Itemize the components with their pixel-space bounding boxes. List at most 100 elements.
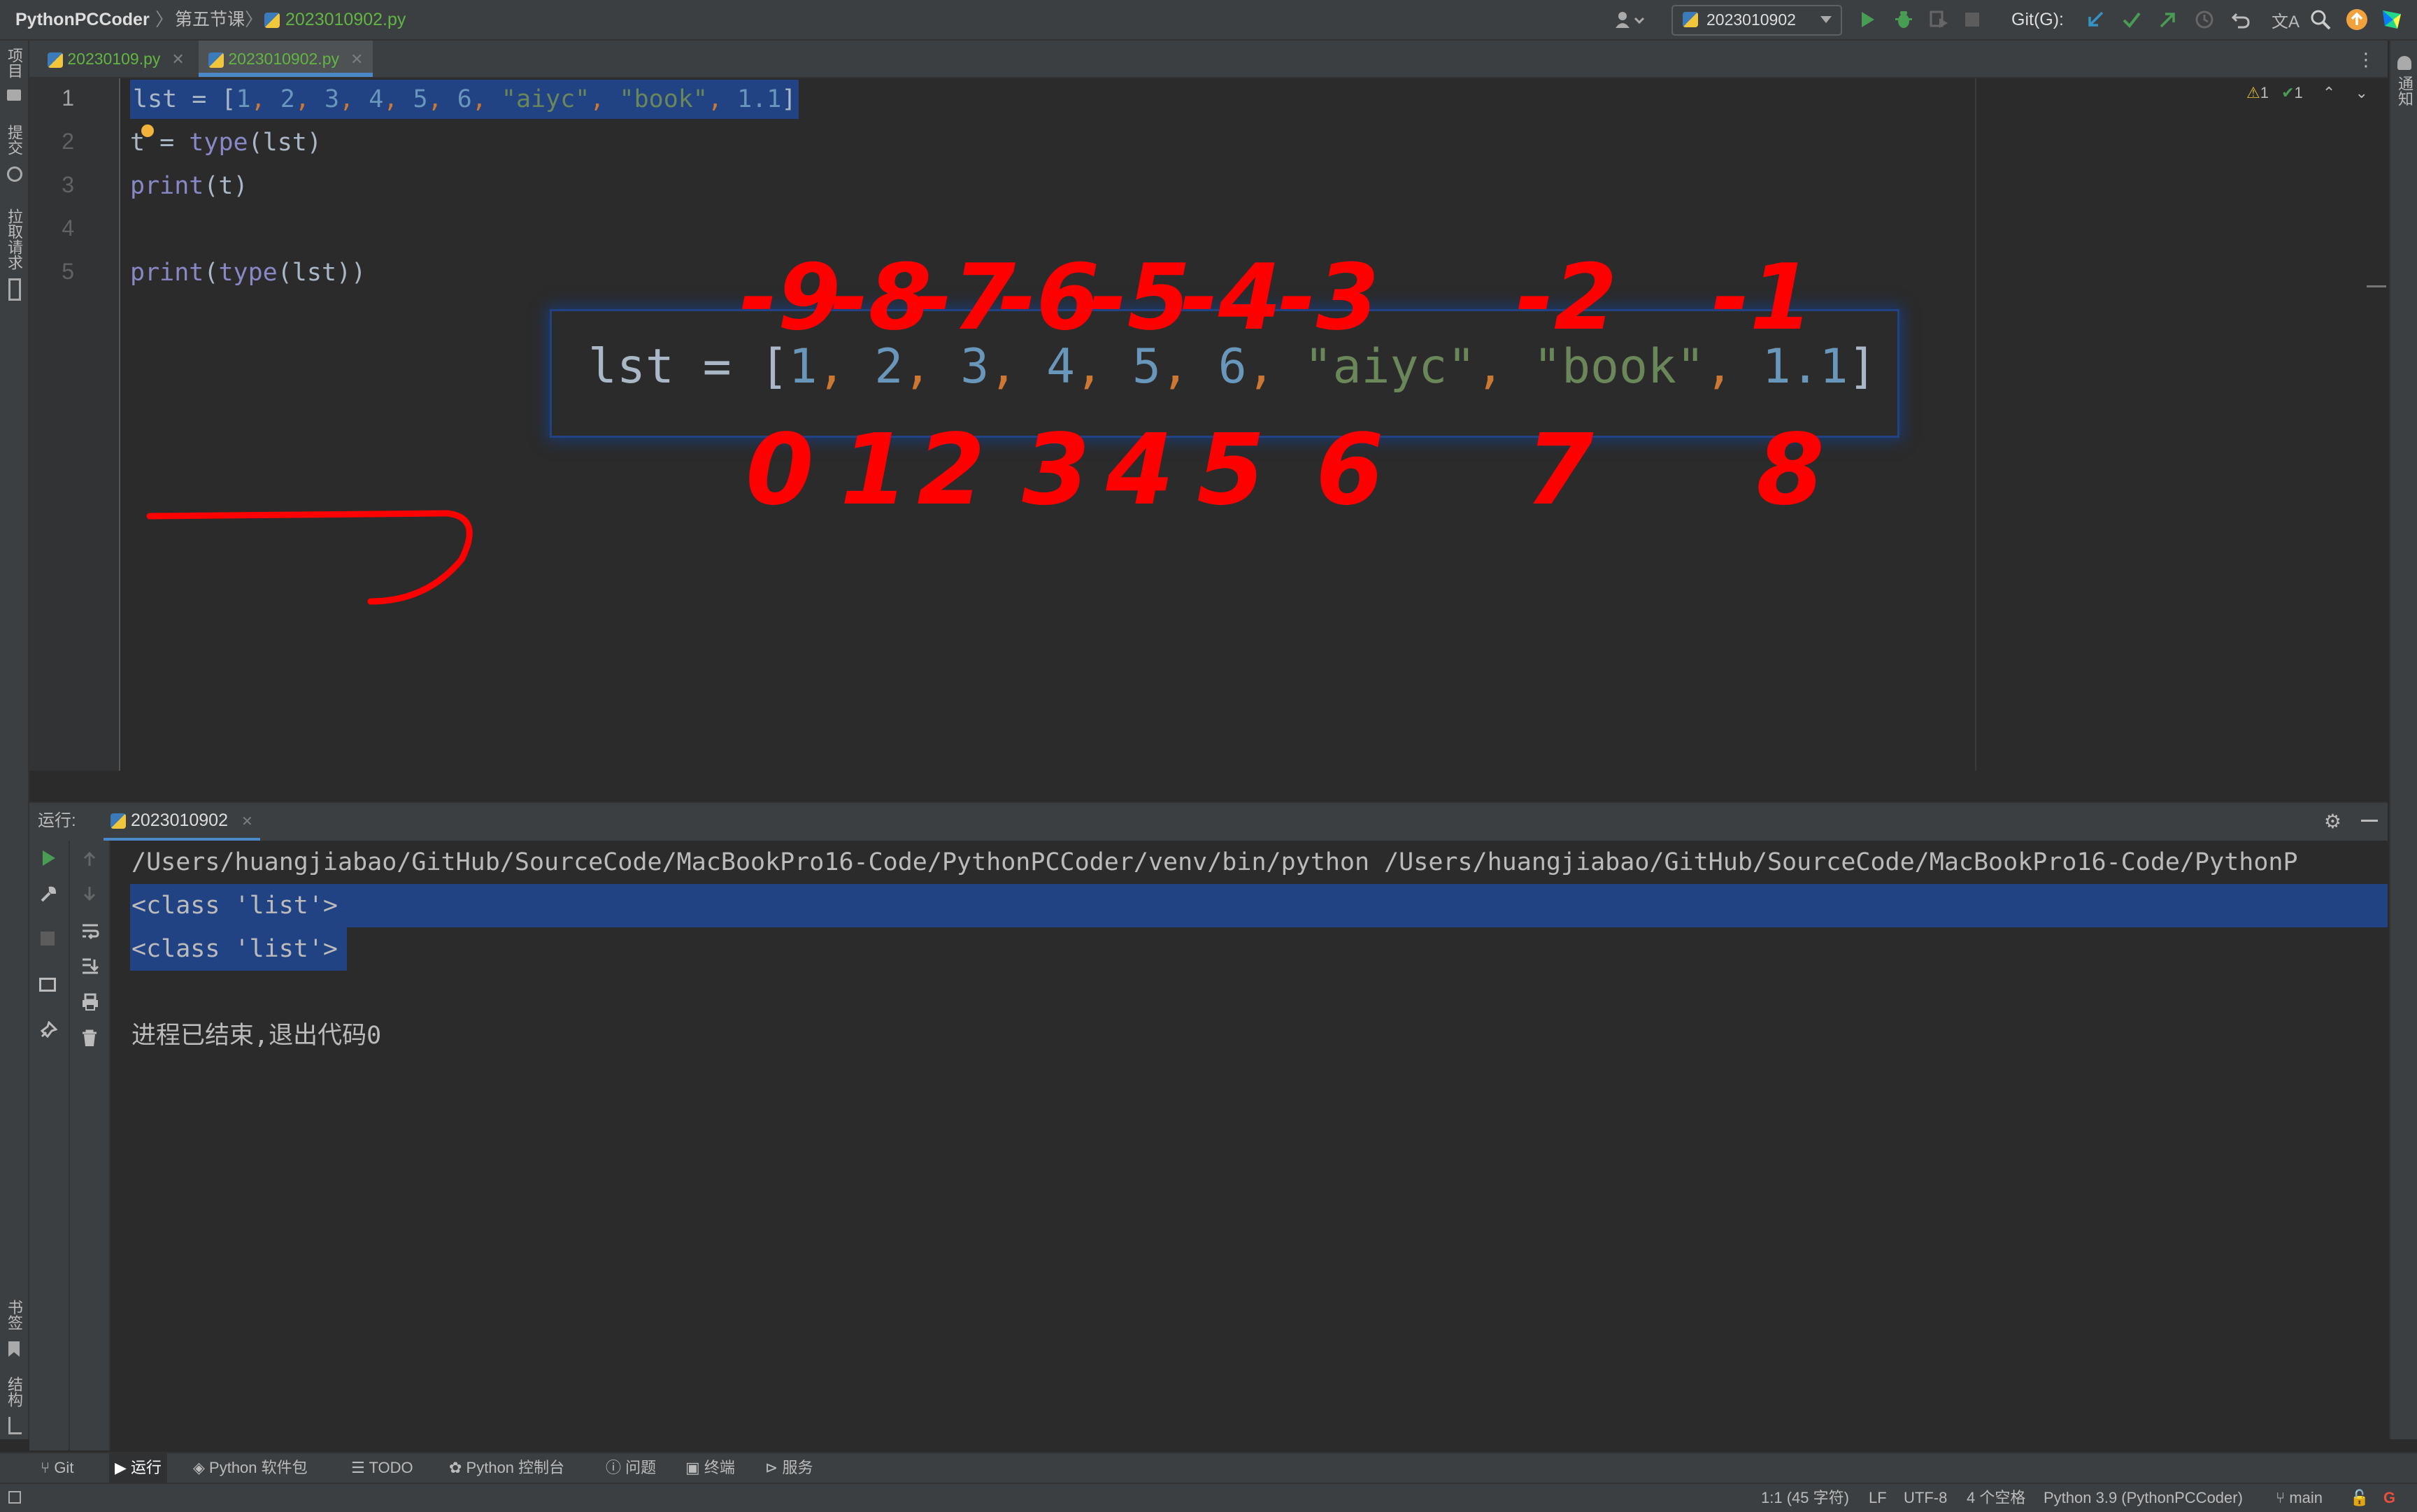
structure-tool-button[interactable]: 结构 <box>0 1376 28 1407</box>
string-literal: "book" <box>619 85 708 113</box>
run-button[interactable] <box>1853 6 1881 34</box>
minimize-icon[interactable] <box>2361 820 2378 822</box>
git-tool-button[interactable]: ⑂ Git <box>41 1453 73 1483</box>
wrench-icon[interactable] <box>39 885 57 904</box>
line-separator[interactable]: LF <box>1869 1484 1887 1512</box>
git-update-button[interactable] <box>2081 6 2109 34</box>
lock-icon[interactable]: 🔓 <box>2350 1484 2369 1512</box>
tab-20230109-py[interactable]: 20230109.py ✕ <box>38 41 194 77</box>
git-push-button[interactable] <box>2154 6 2182 34</box>
arrow-up-icon[interactable] <box>81 850 98 867</box>
breadcrumb-file[interactable]: 2023010902.py <box>285 0 406 39</box>
print-icon[interactable] <box>81 993 99 1011</box>
play-icon <box>1862 12 1874 27</box>
number-literal: 4 <box>1046 339 1076 394</box>
run-tab[interactable]: 2023010902 ✕ <box>104 803 260 841</box>
gear-icon[interactable]: ⚙ <box>2324 810 2341 833</box>
close-icon[interactable]: ✕ <box>241 814 253 829</box>
zoom-popup: lst = [1, 2, 3, 4, 5, 6, "aiyc", "book",… <box>550 309 1899 438</box>
close-icon[interactable]: ✕ <box>350 50 363 68</box>
file-encoding[interactable]: UTF-8 <box>1904 1484 1947 1512</box>
git-commit-button[interactable] <box>2118 6 2146 34</box>
bell-icon <box>2397 56 2411 70</box>
console-selection-highlight <box>130 884 2388 927</box>
code-token: (lst)) <box>277 259 366 287</box>
chevron-up-icon[interactable]: ⌃ <box>2323 84 2335 101</box>
inspection-widget[interactable]: ⚠1 ✔1 ⌃ ⌄ <box>2246 84 2368 102</box>
arrow-down-icon[interactable] <box>81 885 98 902</box>
tab-label: 2023010902.py <box>228 50 339 68</box>
stop-icon[interactable] <box>41 932 55 946</box>
trash-icon[interactable] <box>81 1029 98 1048</box>
checkmark-icon <box>2123 12 2141 29</box>
rerun-icon[interactable] <box>39 849 57 867</box>
python-console-tool-button[interactable]: ✿ Python 控制台 <box>449 1453 564 1483</box>
close-icon[interactable]: ✕ <box>171 50 184 68</box>
string-literal: "aiyc" <box>1304 339 1476 394</box>
project-tool-button[interactable]: 项目 <box>0 48 28 78</box>
code-token: ] <box>781 85 797 113</box>
comma-token: , <box>250 85 280 113</box>
stop-button[interactable] <box>1958 6 1986 34</box>
debug-button[interactable] <box>1890 6 1918 34</box>
toggle-tool-windows-icon[interactable] <box>8 1491 21 1504</box>
problems-tool-button[interactable]: ⓘ 问题 <box>606 1453 656 1483</box>
tab-options-icon[interactable]: ⋮ <box>2357 49 2375 71</box>
git-branch-icon: ⑂ <box>41 1459 55 1476</box>
services-tool-button[interactable]: ⊳ 服务 <box>765 1453 813 1483</box>
tool-label: 终端 <box>704 1459 735 1476</box>
account-icon[interactable] <box>1609 6 1650 34</box>
indent-setting[interactable]: 4 个空格 <box>1967 1484 2025 1512</box>
code-line-3[interactable]: print(t) <box>130 166 248 206</box>
line-number: 1 <box>62 85 74 110</box>
comma-token: , <box>471 85 501 113</box>
run-panel-header: 运行: 2023010902 ✕ ⚙ <box>29 801 2388 842</box>
layout-icon[interactable] <box>39 978 56 992</box>
caret-position[interactable]: 1:1 (45 字符) <box>1761 1484 1849 1512</box>
python-packages-tool-button[interactable]: ◈ Python 软件包 <box>193 1453 308 1483</box>
arrow-up-right-icon <box>2160 13 2175 28</box>
code-line-5[interactable]: print(type(lst)) <box>130 253 366 292</box>
translate-button[interactable]: 文A <box>2272 6 2300 34</box>
tool-label: 服务 <box>782 1459 813 1476</box>
code-line-2[interactable]: t = type(lst) <box>130 123 322 162</box>
play-icon: ▶ <box>115 1459 131 1476</box>
run-tool-button[interactable]: ▶ 运行 <box>109 1453 168 1483</box>
git-rollback-button[interactable] <box>2227 6 2255 34</box>
line-number: 4 <box>62 215 74 241</box>
terminal-tool-button[interactable]: ▣ 终端 <box>685 1453 735 1483</box>
code-token: ( <box>204 259 219 287</box>
scroll-to-end-icon[interactable] <box>81 957 99 975</box>
code-with-me-button[interactable] <box>2378 6 2406 34</box>
bookmark-icon <box>8 1341 20 1357</box>
list-icon: ☰ <box>351 1459 369 1476</box>
run-configuration-selector[interactable]: 2023010902 <box>1671 5 1842 36</box>
breadcrumb-project[interactable]: PythonPCCoder <box>15 0 150 39</box>
run-console[interactable]: /Users/huangjiabao/GitHub/SourceCode/Mac… <box>110 841 2388 1450</box>
python-file-icon <box>1683 12 1698 27</box>
python-interpreter[interactable]: Python 3.9 (PythonPCCoder) <box>2044 1484 2243 1512</box>
pin-icon[interactable] <box>39 1021 57 1039</box>
search-button[interactable] <box>2307 6 2334 34</box>
checkmark-icon: ✔ <box>2281 84 2295 101</box>
git-branch-widget[interactable]: ⑂ main <box>2276 1484 2323 1512</box>
code-token: t = <box>130 129 190 157</box>
breadcrumb-folder[interactable]: 第五节课 <box>175 0 245 39</box>
bookmarks-tool-button[interactable]: 书签 <box>0 1299 28 1330</box>
git-history-button[interactable] <box>2190 6 2218 34</box>
ide-update-button[interactable] <box>2343 6 2371 34</box>
coverage-button[interactable] <box>1925 6 1953 34</box>
commit-tool-button[interactable]: 提交 <box>0 124 28 155</box>
pull-requests-tool-button[interactable]: 拉取请求 <box>0 208 28 270</box>
notifications-tool-button[interactable]: 通知 <box>2390 76 2417 106</box>
code-line-1[interactable]: lst = [1, 2, 3, 4, 5, 6, "aiyc", "book",… <box>130 80 799 119</box>
lightbulb-icon[interactable] <box>141 124 154 137</box>
breadcrumb-separator: 〉 <box>245 9 264 30</box>
soft-wrap-icon[interactable] <box>81 922 99 940</box>
number-literal: 6 <box>457 85 472 113</box>
chevron-down-icon[interactable]: ⌄ <box>2355 84 2367 101</box>
navigation-bar: PythonPCCoder 〉 第五节课 〉 2023010902.py 202… <box>0 0 2417 41</box>
google-icon[interactable]: G <box>2383 1484 2395 1512</box>
tab-2023010902-py[interactable]: 2023010902.py ✕ <box>199 41 373 77</box>
todo-tool-button[interactable]: ☰ TODO <box>351 1453 413 1483</box>
